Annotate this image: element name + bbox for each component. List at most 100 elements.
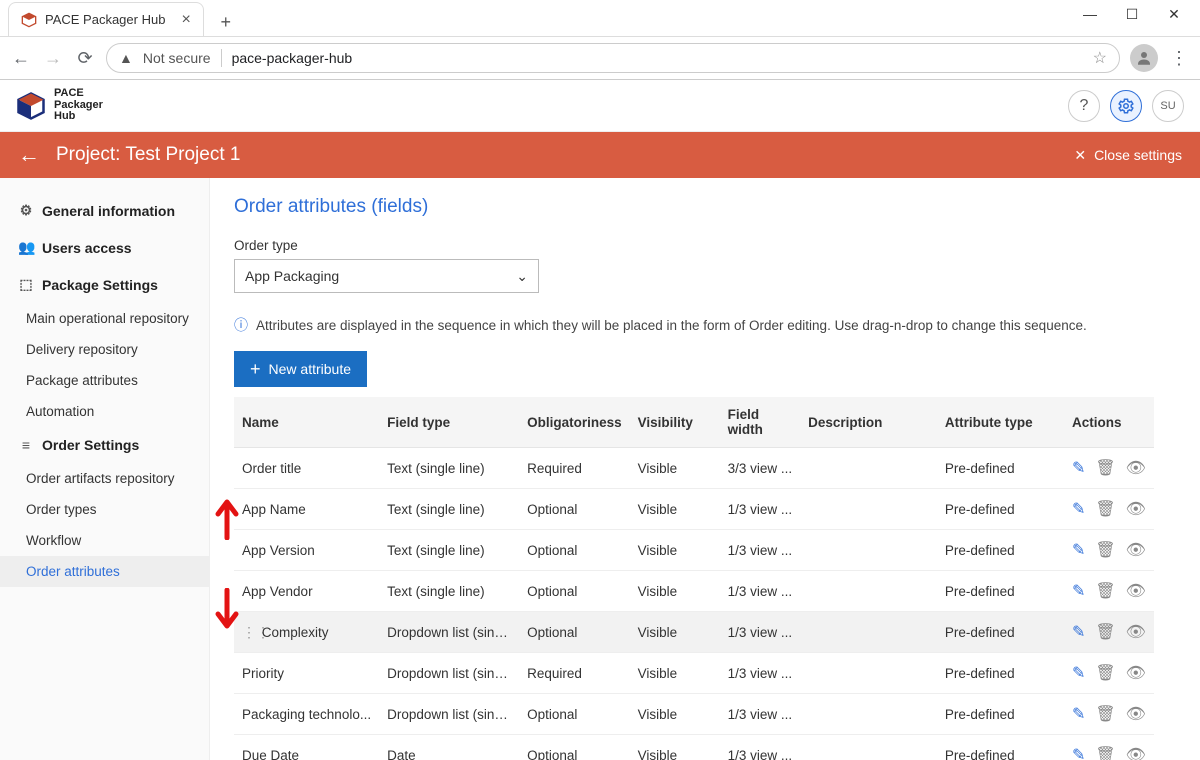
- table-row[interactable]: App VersionText (single line)OptionalVis…: [234, 530, 1154, 571]
- cell-name: Due Date: [242, 748, 299, 760]
- col-attribute-type[interactable]: Attribute type: [937, 397, 1064, 448]
- table-row[interactable]: App NameText (single line)OptionalVisibl…: [234, 489, 1154, 530]
- edit-icon[interactable]: ✎: [1072, 704, 1085, 724]
- sidebar-item[interactable]: Package attributes: [0, 365, 209, 396]
- table-row[interactable]: Packaging technolo...Dropdown list (sing…: [234, 694, 1154, 735]
- kebab-menu-icon[interactable]: ⋮: [1168, 48, 1190, 69]
- col-name[interactable]: Name: [234, 397, 379, 448]
- browser-tab[interactable]: PACE Packager Hub ×: [8, 2, 204, 36]
- cell-field-type: Text (single line): [379, 571, 519, 612]
- bookmark-icon[interactable]: ☆: [1093, 48, 1107, 68]
- col-field-type[interactable]: Field type: [379, 397, 519, 448]
- back-arrow-icon[interactable]: ←: [18, 142, 40, 168]
- col-obligatoriness[interactable]: Obligatoriness: [519, 397, 630, 448]
- back-icon[interactable]: ←: [10, 48, 32, 69]
- col-field-width[interactable]: Field width: [720, 397, 801, 448]
- sidebar-item[interactable]: Order types: [0, 494, 209, 525]
- new-attribute-button[interactable]: + New attribute: [234, 351, 367, 387]
- col-description[interactable]: Description: [800, 397, 937, 448]
- maximize-icon[interactable]: ☐: [1120, 6, 1144, 23]
- delete-icon[interactable]: 🗑: [1095, 458, 1115, 478]
- order-type-select[interactable]: App Packaging ⌄: [234, 259, 539, 293]
- visibility-icon[interactable]: 👁: [1126, 540, 1146, 560]
- visibility-icon[interactable]: 👁: [1126, 745, 1146, 760]
- order-type-label: Order type: [234, 238, 1176, 253]
- drag-handle-icon[interactable]: ⋮⋮: [242, 624, 258, 641]
- app-logo-icon: [16, 91, 46, 121]
- table-row[interactable]: App VendorText (single line)OptionalVisi…: [234, 571, 1154, 612]
- cell-field-type: Dropdown list (single c...: [379, 694, 519, 735]
- delete-icon[interactable]: 🗑: [1095, 704, 1115, 724]
- delete-icon[interactable]: 🗑: [1095, 540, 1115, 560]
- package-icon: ⬚: [18, 276, 34, 293]
- edit-icon[interactable]: ✎: [1072, 499, 1085, 519]
- close-icon[interactable]: ×: [181, 11, 190, 29]
- cell-attribute-type: Pre-defined: [937, 530, 1064, 571]
- plus-icon: +: [250, 359, 261, 380]
- sidebar-item[interactable]: Workflow: [0, 525, 209, 556]
- table-row[interactable]: Order titleText (single line)RequiredVis…: [234, 448, 1154, 489]
- edit-icon[interactable]: ✎: [1072, 540, 1085, 560]
- delete-icon[interactable]: 🗑: [1095, 745, 1115, 760]
- cell-name: App Vendor: [242, 584, 313, 599]
- annotation-arrow-down: [214, 588, 240, 630]
- delete-icon[interactable]: 🗑: [1095, 663, 1115, 683]
- list-icon: ≡: [18, 437, 34, 453]
- user-badge[interactable]: SU: [1152, 90, 1184, 122]
- sidebar-section-order[interactable]: ≡Order Settings: [0, 427, 209, 463]
- cell-obligatoriness: Optional: [519, 489, 630, 530]
- sidebar-item[interactable]: Main operational repository: [0, 303, 209, 334]
- edit-icon[interactable]: ✎: [1072, 458, 1085, 478]
- info-icon: ⓘ: [234, 315, 248, 335]
- delete-icon[interactable]: 🗑: [1095, 581, 1115, 601]
- cell-description: [800, 448, 937, 489]
- sidebar-section-package[interactable]: ⬚Package Settings: [0, 266, 209, 303]
- table-row[interactable]: ⋮⋮ ComplexityDropdown list (single c...O…: [234, 612, 1154, 653]
- app-header: PACE Packager Hub ? SU: [0, 80, 1200, 132]
- cell-field-width: 1/3 view ...: [720, 530, 801, 571]
- edit-icon[interactable]: ✎: [1072, 622, 1085, 642]
- minimize-icon[interactable]: —: [1078, 6, 1102, 23]
- sidebar-item-users[interactable]: 👥Users access: [0, 229, 209, 266]
- delete-icon[interactable]: 🗑: [1095, 622, 1115, 642]
- delete-icon[interactable]: 🗑: [1095, 499, 1115, 519]
- sidebar-item[interactable]: Order artifacts repository: [0, 463, 209, 494]
- reload-icon[interactable]: ⟳: [74, 48, 96, 69]
- col-visibility[interactable]: Visibility: [630, 397, 720, 448]
- cell-visibility: Visible: [630, 694, 720, 735]
- table-row[interactable]: PriorityDropdown list (single c...Requir…: [234, 653, 1154, 694]
- col-actions[interactable]: Actions: [1064, 397, 1154, 448]
- visibility-icon[interactable]: 👁: [1126, 581, 1146, 601]
- close-window-icon[interactable]: ✕: [1162, 6, 1186, 23]
- sidebar-item[interactable]: Automation: [0, 396, 209, 427]
- visibility-icon[interactable]: 👁: [1126, 499, 1146, 519]
- settings-button[interactable]: [1110, 90, 1142, 122]
- separator: [221, 49, 222, 67]
- visibility-icon[interactable]: 👁: [1126, 704, 1146, 724]
- new-tab-button[interactable]: +: [212, 8, 240, 36]
- close-settings-button[interactable]: ✕ Close settings: [1074, 147, 1182, 164]
- cell-description: [800, 653, 937, 694]
- cell-attribute-type: Pre-defined: [937, 448, 1064, 489]
- visibility-icon[interactable]: 👁: [1126, 458, 1146, 478]
- visibility-icon[interactable]: 👁: [1126, 622, 1146, 642]
- profile-icon[interactable]: [1130, 44, 1158, 72]
- edit-icon[interactable]: ✎: [1072, 745, 1085, 760]
- visibility-icon[interactable]: 👁: [1126, 663, 1146, 683]
- help-button[interactable]: ?: [1068, 90, 1100, 122]
- cell-visibility: Visible: [630, 612, 720, 653]
- table-row[interactable]: Due DateDateOptionalVisible1/3 view ...P…: [234, 735, 1154, 760]
- sidebar-item-general[interactable]: ⚙General information: [0, 192, 209, 229]
- cell-description: [800, 530, 937, 571]
- project-title: Project: Test Project 1: [56, 144, 240, 166]
- edit-icon[interactable]: ✎: [1072, 581, 1085, 601]
- cell-field-width: 3/3 view ...: [720, 448, 801, 489]
- cell-attribute-type: Pre-defined: [937, 694, 1064, 735]
- address-bar[interactable]: ▲ Not secure pace-packager-hub ☆: [106, 43, 1120, 73]
- cell-field-width: 1/3 view ...: [720, 489, 801, 530]
- sidebar-item[interactable]: Order attributes: [0, 556, 209, 587]
- sidebar-item[interactable]: Delivery repository: [0, 334, 209, 365]
- edit-icon[interactable]: ✎: [1072, 663, 1085, 683]
- cell-obligatoriness: Optional: [519, 571, 630, 612]
- app-body: ⚙General information 👥Users access ⬚Pack…: [0, 178, 1200, 760]
